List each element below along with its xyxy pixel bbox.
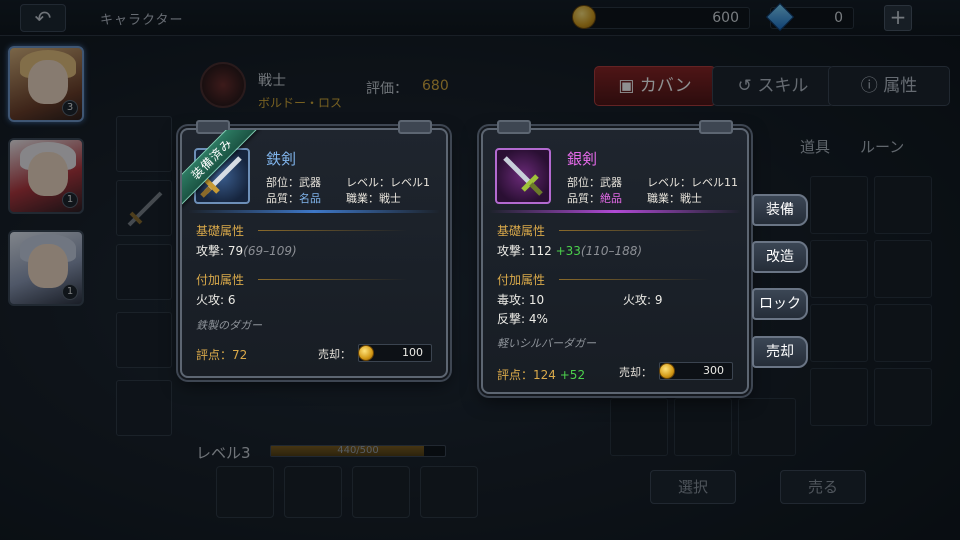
counter-stat: 反撃: 4% xyxy=(497,312,548,326)
ribbon-clip: 装備済み xyxy=(182,130,262,210)
item-card-selected: 銀剣 部位：武器 レベル：レベル11 品質：絶品 職業：戦士 基礎属性 攻撃: … xyxy=(481,120,749,394)
card-frame-ornament xyxy=(497,120,531,134)
sell-price-label: 売却： xyxy=(318,348,351,361)
base-attributes-title: 基礎属性 xyxy=(196,224,245,238)
card-divider xyxy=(188,210,440,213)
sell-price-label: 売却： xyxy=(619,366,652,379)
equip-button[interactable]: 装備 xyxy=(752,194,808,226)
item-name: 鉄剣 xyxy=(266,150,297,168)
card-divider xyxy=(489,210,741,213)
item-job: 職業：戦士 xyxy=(647,192,702,205)
item-description: 軽いシルバーダガー xyxy=(497,337,596,350)
fire-attack-stat: 火攻: 9 xyxy=(623,293,663,307)
attack-stat: 攻撃: 112 +33(110–188) xyxy=(497,244,643,258)
item-description: 鉄製のダガー xyxy=(196,319,262,332)
item-level: レベル：レベル11 xyxy=(647,176,738,189)
modify-button[interactable]: 改造 xyxy=(752,241,808,273)
gold-coin-icon xyxy=(659,363,675,379)
item-level: レベル：レベル1 xyxy=(346,176,430,189)
item-slot: 部位：武器 xyxy=(567,176,622,189)
fire-attack-stat: 火攻: 6 xyxy=(196,293,236,307)
poison-attack-stat: 毒攻: 10 xyxy=(497,293,545,307)
sell-button[interactable]: 売却 xyxy=(752,336,808,368)
gold-coin-icon xyxy=(358,345,374,361)
item-slot: 部位：武器 xyxy=(266,176,321,189)
extra-attributes-title: 付加属性 xyxy=(497,273,546,287)
section-line xyxy=(559,279,709,280)
card-frame-ornament xyxy=(699,120,733,134)
item-quality: 品質：名品 xyxy=(266,192,321,205)
item-score: 評点：72 xyxy=(196,348,248,362)
section-line xyxy=(258,279,408,280)
section-line xyxy=(559,230,709,231)
section-line xyxy=(258,230,408,231)
item-score: 評点：124 +52 xyxy=(497,368,586,382)
equipped-ribbon: 装備済み xyxy=(182,130,261,208)
card-frame-ornament xyxy=(398,120,432,134)
attack-stat: 攻撃: 79(69–109) xyxy=(196,244,297,258)
item-job: 職業：戦士 xyxy=(346,192,401,205)
item-name: 銀剣 xyxy=(567,150,598,168)
silver-sword-icon xyxy=(503,156,543,196)
item-card-equipped: 装備済み 鉄剣 部位：武器 レベル：レベル1 品質：名品 職業：戦士 基礎属性 … xyxy=(180,120,448,378)
base-attributes-title: 基礎属性 xyxy=(497,224,546,238)
modal-overlay[interactable] xyxy=(0,0,960,540)
lock-button[interactable]: ロック xyxy=(752,288,808,320)
extra-attributes-title: 付加属性 xyxy=(196,273,245,287)
item-quality: 品質：絶品 xyxy=(567,192,622,205)
item-icon xyxy=(495,148,551,204)
